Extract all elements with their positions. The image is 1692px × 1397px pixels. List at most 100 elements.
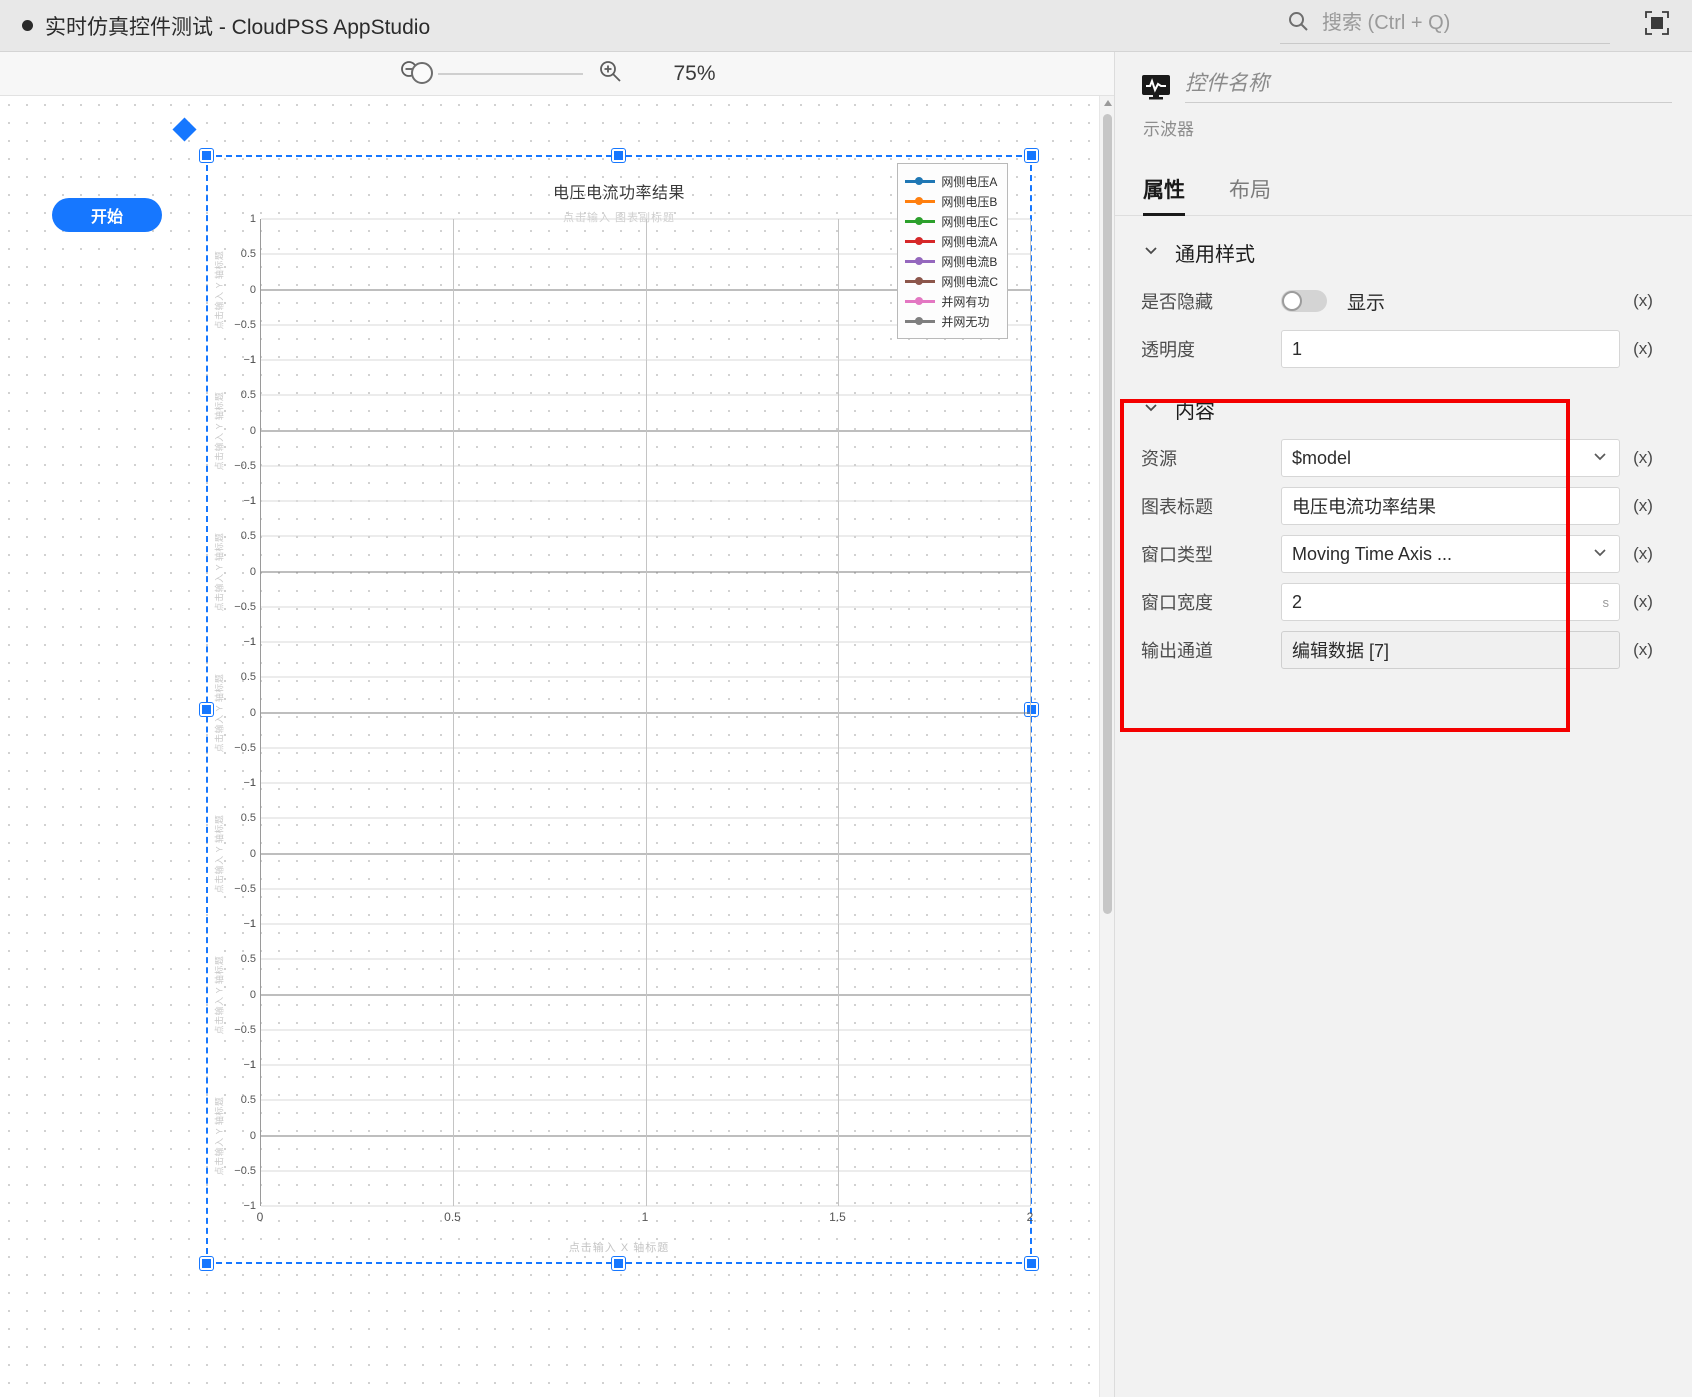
chart-xlabel[interactable]: 点击输入 X 轴标题 [208, 1239, 1030, 1255]
grid-line-vertical [837, 1065, 839, 1206]
grid-line-vertical [1030, 219, 1031, 360]
panel-section: 通用样式 是否隐藏 显示 (x) 透明度 1 (x) [1115, 216, 1692, 373]
start-button[interactable]: 开始 [52, 198, 162, 232]
legend-item[interactable]: 网侧电压B [905, 191, 998, 211]
chart-ylabel[interactable]: 点击输入 Y 轴标题 [208, 360, 230, 501]
canvas-scrollbar[interactable] [1099, 96, 1114, 1397]
property-row: 窗口宽度 2 s (x) [1141, 578, 1666, 626]
expression-toggle[interactable]: (x) [1620, 640, 1666, 660]
chevron-down-icon[interactable] [1591, 543, 1609, 566]
chart-ylabel[interactable]: 点击输入 Y 轴标题 [208, 1065, 230, 1206]
chart-subplot[interactable]: 点击输入 Y 轴标题 1 0.5 0 −0.5 −1 [208, 1059, 1031, 1212]
tab-layout[interactable]: 布局 [1229, 174, 1271, 215]
legend-item[interactable]: 网侧电流A [905, 231, 998, 251]
legend-marker-icon [905, 275, 936, 287]
tab-properties[interactable]: 属性 [1143, 174, 1185, 216]
grid-line-vertical [453, 783, 455, 924]
section-header[interactable]: 内容 [1141, 373, 1666, 434]
expression-toggle[interactable]: (x) [1620, 448, 1666, 468]
legend-item[interactable]: 网侧电压A [905, 171, 998, 191]
expression-toggle[interactable]: (x) [1620, 291, 1666, 311]
subplot-grid [260, 641, 1031, 784]
edit-data-button[interactable]: 编辑数据 [7] [1281, 631, 1620, 669]
y-tick-label: 0.5 [240, 953, 256, 966]
legend-item[interactable]: 网侧电流B [905, 251, 998, 271]
chart-plot-area: 点击输入 Y 轴标题 1 0.5 0 −0.5 −1 点击输入 Y 轴标题 1 0.5 0 −0.5… [208, 213, 1034, 1239]
chart-subplot[interactable]: 点击输入 Y 轴标题 1 0.5 0 −0.5 −1 [208, 636, 1031, 789]
property-select[interactable]: $model [1281, 439, 1620, 477]
y-axis-ticks: 1 0.5 0 −0.5 −1 [230, 918, 260, 1071]
legend-item[interactable]: 并网有功 [905, 291, 998, 311]
y-tick-label: −0.5 [234, 741, 256, 754]
grid-line-vertical [837, 360, 839, 501]
chart-ylabel[interactable]: 点击输入 Y 轴标题 [208, 219, 230, 360]
search-box[interactable] [1280, 7, 1610, 44]
property-input[interactable]: 2s [1281, 583, 1620, 621]
chart-ylabel[interactable]: 点击输入 Y 轴标题 [208, 642, 230, 783]
grid-line-vertical [645, 360, 647, 501]
section-title: 通用样式 [1175, 244, 1255, 266]
y-tick-label: 1 [249, 777, 256, 789]
grid-line-vertical [453, 501, 455, 642]
hidden-toggle-switch[interactable] [1281, 290, 1327, 312]
chart-ylabel[interactable]: 点击输入 Y 轴标题 [208, 924, 230, 1065]
chart-subplot[interactable]: 点击输入 Y 轴标题 1 0.5 0 −0.5 −1 [208, 354, 1031, 507]
zoom-slider-knob[interactable] [411, 61, 434, 84]
y-tick-label: 1 [249, 1059, 256, 1071]
y-axis-ticks: 1 0.5 0 −0.5 −1 [230, 213, 260, 366]
subplot-grid [260, 1064, 1031, 1207]
y-tick-label: 1 [249, 495, 256, 507]
chart-subplot[interactable]: 点击输入 Y 轴标题 1 0.5 0 −0.5 −1 [208, 495, 1031, 648]
property-input[interactable]: 1 [1281, 330, 1620, 368]
chevron-down-icon[interactable] [1591, 447, 1609, 470]
widget-name-input[interactable] [1185, 70, 1672, 103]
oscilloscope-chart[interactable]: 电压电流功率结果 点击输入 图表副标题 网侧电压A 网侧电压B 网侧电压C 网侧电流A… [208, 157, 1034, 1262]
property-row: 窗口类型 Moving Time Axis ... (x) [1141, 530, 1666, 578]
property-select[interactable]: Moving Time Axis ... [1281, 535, 1620, 573]
scroll-up-arrow-icon[interactable] [1104, 100, 1112, 106]
y-axis-ticks: 1 0.5 0 −0.5 −1 [230, 777, 260, 930]
chart-ylabel[interactable]: 点击输入 Y 轴标题 [208, 783, 230, 924]
legend-item[interactable]: 网侧电压C [905, 211, 998, 231]
legend-item[interactable]: 网侧电流C [905, 271, 998, 291]
property-value: 1 [1292, 338, 1303, 359]
zoom-in-icon[interactable] [597, 58, 623, 89]
expression-toggle[interactable]: (x) [1620, 339, 1666, 359]
chevron-down-icon[interactable] [1141, 397, 1161, 422]
property-label: 图表标题 [1141, 497, 1213, 517]
fullscreen-icon[interactable] [1644, 10, 1670, 41]
expression-toggle[interactable]: (x) [1620, 592, 1666, 612]
grid-line-vertical [1030, 1065, 1031, 1206]
y-tick-label: 0 [249, 706, 256, 719]
canvas-scroll-thumb[interactable] [1103, 114, 1112, 914]
chart-subplot[interactable]: 点击输入 Y 轴标题 1 0.5 0 −0.5 −1 [208, 777, 1031, 930]
property-label: 窗口类型 [1141, 545, 1213, 565]
property-value: 编辑数据 [7] [1292, 641, 1390, 661]
legend-label: 网侧电流A [941, 234, 998, 249]
search-input[interactable] [1322, 12, 1604, 35]
title-bar: 实时仿真控件测试 - CloudPSS AppStudio [0, 0, 1692, 52]
chart-subplot[interactable]: 点击输入 Y 轴标题 1 0.5 0 −0.5 −1 [208, 918, 1031, 1071]
design-canvas[interactable]: 开始 电压电流功率结果 点击输入 图表副标题 网侧电压A 网侧电压B 网侧电压C 网侧… [0, 96, 1114, 1397]
panel-section: 内容 资源 $model (x) 图表标题 电压电流功率结果 (x) 窗口类型 Moving T… [1115, 373, 1692, 674]
window-title: 实时仿真控件测试 - CloudPSS AppStudio [45, 15, 431, 39]
section-header[interactable]: 通用样式 [1141, 216, 1666, 277]
property-label: 透明度 [1141, 340, 1195, 360]
rotate-handle[interactable] [172, 117, 197, 142]
x-tick-label: 1.5 [829, 1210, 846, 1224]
legend-label: 网侧电流C [941, 274, 998, 289]
property-value: Moving Time Axis ... [1292, 543, 1453, 564]
y-tick-label: 0 [249, 1129, 256, 1142]
expression-toggle[interactable]: (x) [1620, 496, 1666, 516]
expression-toggle[interactable]: (x) [1620, 544, 1666, 564]
chevron-down-icon[interactable] [1141, 240, 1161, 265]
property-row: 透明度 1 (x) [1141, 325, 1666, 373]
chart-ylabel[interactable]: 点击输入 Y 轴标题 [208, 501, 230, 642]
oscilloscope-icon [1141, 74, 1171, 100]
subplot-grid [260, 500, 1031, 643]
property-row: 输出通道 编辑数据 [7] (x) [1141, 626, 1666, 674]
legend-item[interactable]: 并网无功 [905, 311, 998, 331]
chart-ylabel-text: 点击输入 Y 轴标题 [214, 391, 225, 470]
property-input[interactable]: 电压电流功率结果 [1281, 487, 1620, 525]
zoom-slider[interactable] [411, 61, 584, 84]
